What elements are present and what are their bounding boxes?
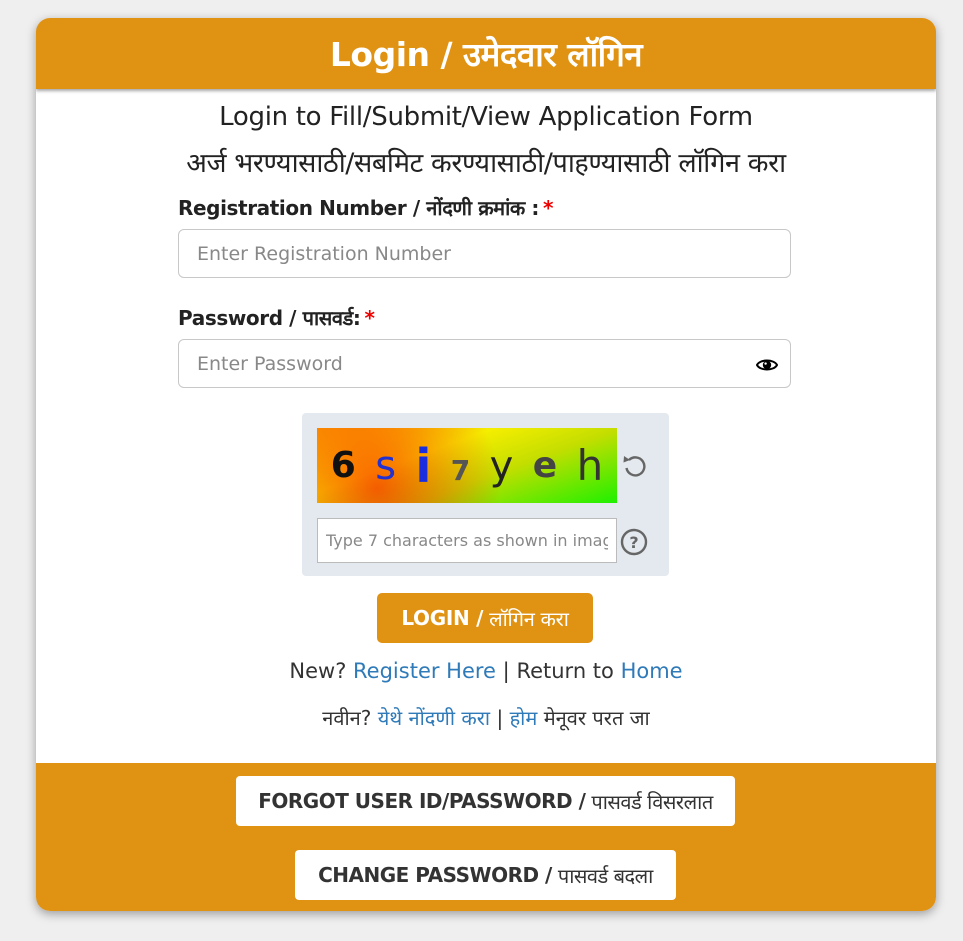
register-link[interactable]: Register Here <box>353 659 496 683</box>
question-circle-icon: ? <box>620 528 648 556</box>
subtitle-english: Login to Fill/Submit/View Application Fo… <box>219 102 753 132</box>
forgot-button-label-mr: पासवर्ड विसरलात <box>591 789 713 814</box>
captcha-char: 6 <box>330 445 356 486</box>
required-marker: * <box>543 196 554 220</box>
login-button-label-en: LOGIN / <box>401 606 484 630</box>
captcha-image: 6 s i 7 y e h <box>317 428 617 503</box>
link-separator: | <box>496 706 504 730</box>
card-footer: FORGOT USER ID/PASSWORD / पासवर्ड विसरला… <box>36 763 936 911</box>
registration-label-text: Registration Number / नोंदणी क्रमांक : <box>178 196 540 220</box>
login-card: Login / उमेदवार लॉगिन Login to Fill/Subm… <box>36 18 936 911</box>
new-prefix-mr: नवीन? <box>322 706 372 730</box>
password-label-text: Password / पासवर्ड: <box>178 306 361 330</box>
captcha-char: i <box>415 438 432 493</box>
links-english: New? Register Here | Return to Home <box>36 659 936 683</box>
refresh-icon <box>623 456 646 477</box>
captcha-char: 7 <box>450 454 471 487</box>
registration-number-input[interactable] <box>178 229 791 278</box>
change-password-button[interactable]: CHANGE PASSWORD / पासवर्ड बदला <box>295 850 676 900</box>
captcha-input[interactable] <box>317 518 617 563</box>
card-header: Login / उमेदवार लॉगिन <box>36 18 936 89</box>
password-input[interactable] <box>178 339 791 388</box>
show-password-toggle[interactable] <box>752 353 782 377</box>
forgot-button-label-en: FORGOT USER ID/PASSWORD / <box>258 789 586 813</box>
home-link-mr[interactable]: होम <box>510 706 538 730</box>
captcha-char: h <box>576 441 604 490</box>
captcha-char: e <box>532 445 558 486</box>
captcha-char: y <box>489 442 514 489</box>
new-prefix: New? <box>289 659 347 683</box>
eye-icon <box>756 359 778 371</box>
required-marker: * <box>364 306 375 330</box>
captcha-refresh-button[interactable] <box>620 451 650 481</box>
link-separator: | <box>502 659 510 683</box>
register-link-mr[interactable]: येथे नोंदणी करा <box>378 706 490 730</box>
login-button-label-mr: लॉगिन करा <box>489 606 569 631</box>
captcha-help-button[interactable]: ? <box>620 528 648 556</box>
forgot-password-button[interactable]: FORGOT USER ID/PASSWORD / पासवर्ड विसरला… <box>236 776 735 826</box>
password-label: Password / पासवर्ड: * <box>178 304 375 331</box>
return-prefix: Return to <box>516 659 614 683</box>
registration-label: Registration Number / नोंदणी क्रमांक : * <box>178 194 554 221</box>
links-marathi: नवीन? येथे नोंदणी करा | होम मेनूवर परत ज… <box>36 704 936 731</box>
captcha-panel: 6 s i 7 y e h ? <box>302 413 669 576</box>
return-suffix-mr: मेनूवर परत जा <box>543 706 650 730</box>
subtitle-marathi: अर्ज भरण्यासाठी/सबमिट करण्यासाठी/पाहण्या… <box>186 148 786 179</box>
page-title: Login / उमेदवार लॉगिन <box>329 35 643 74</box>
home-link[interactable]: Home <box>621 659 683 683</box>
card-body: Login to Fill/Submit/View Application Fo… <box>36 89 936 763</box>
change-button-label-en: CHANGE PASSWORD / <box>318 863 552 887</box>
svg-text:?: ? <box>629 533 638 552</box>
captcha-char: s <box>375 442 397 489</box>
change-button-label-mr: पासवर्ड बदला <box>557 863 654 888</box>
login-button[interactable]: LOGIN / लॉगिन करा <box>377 593 593 643</box>
